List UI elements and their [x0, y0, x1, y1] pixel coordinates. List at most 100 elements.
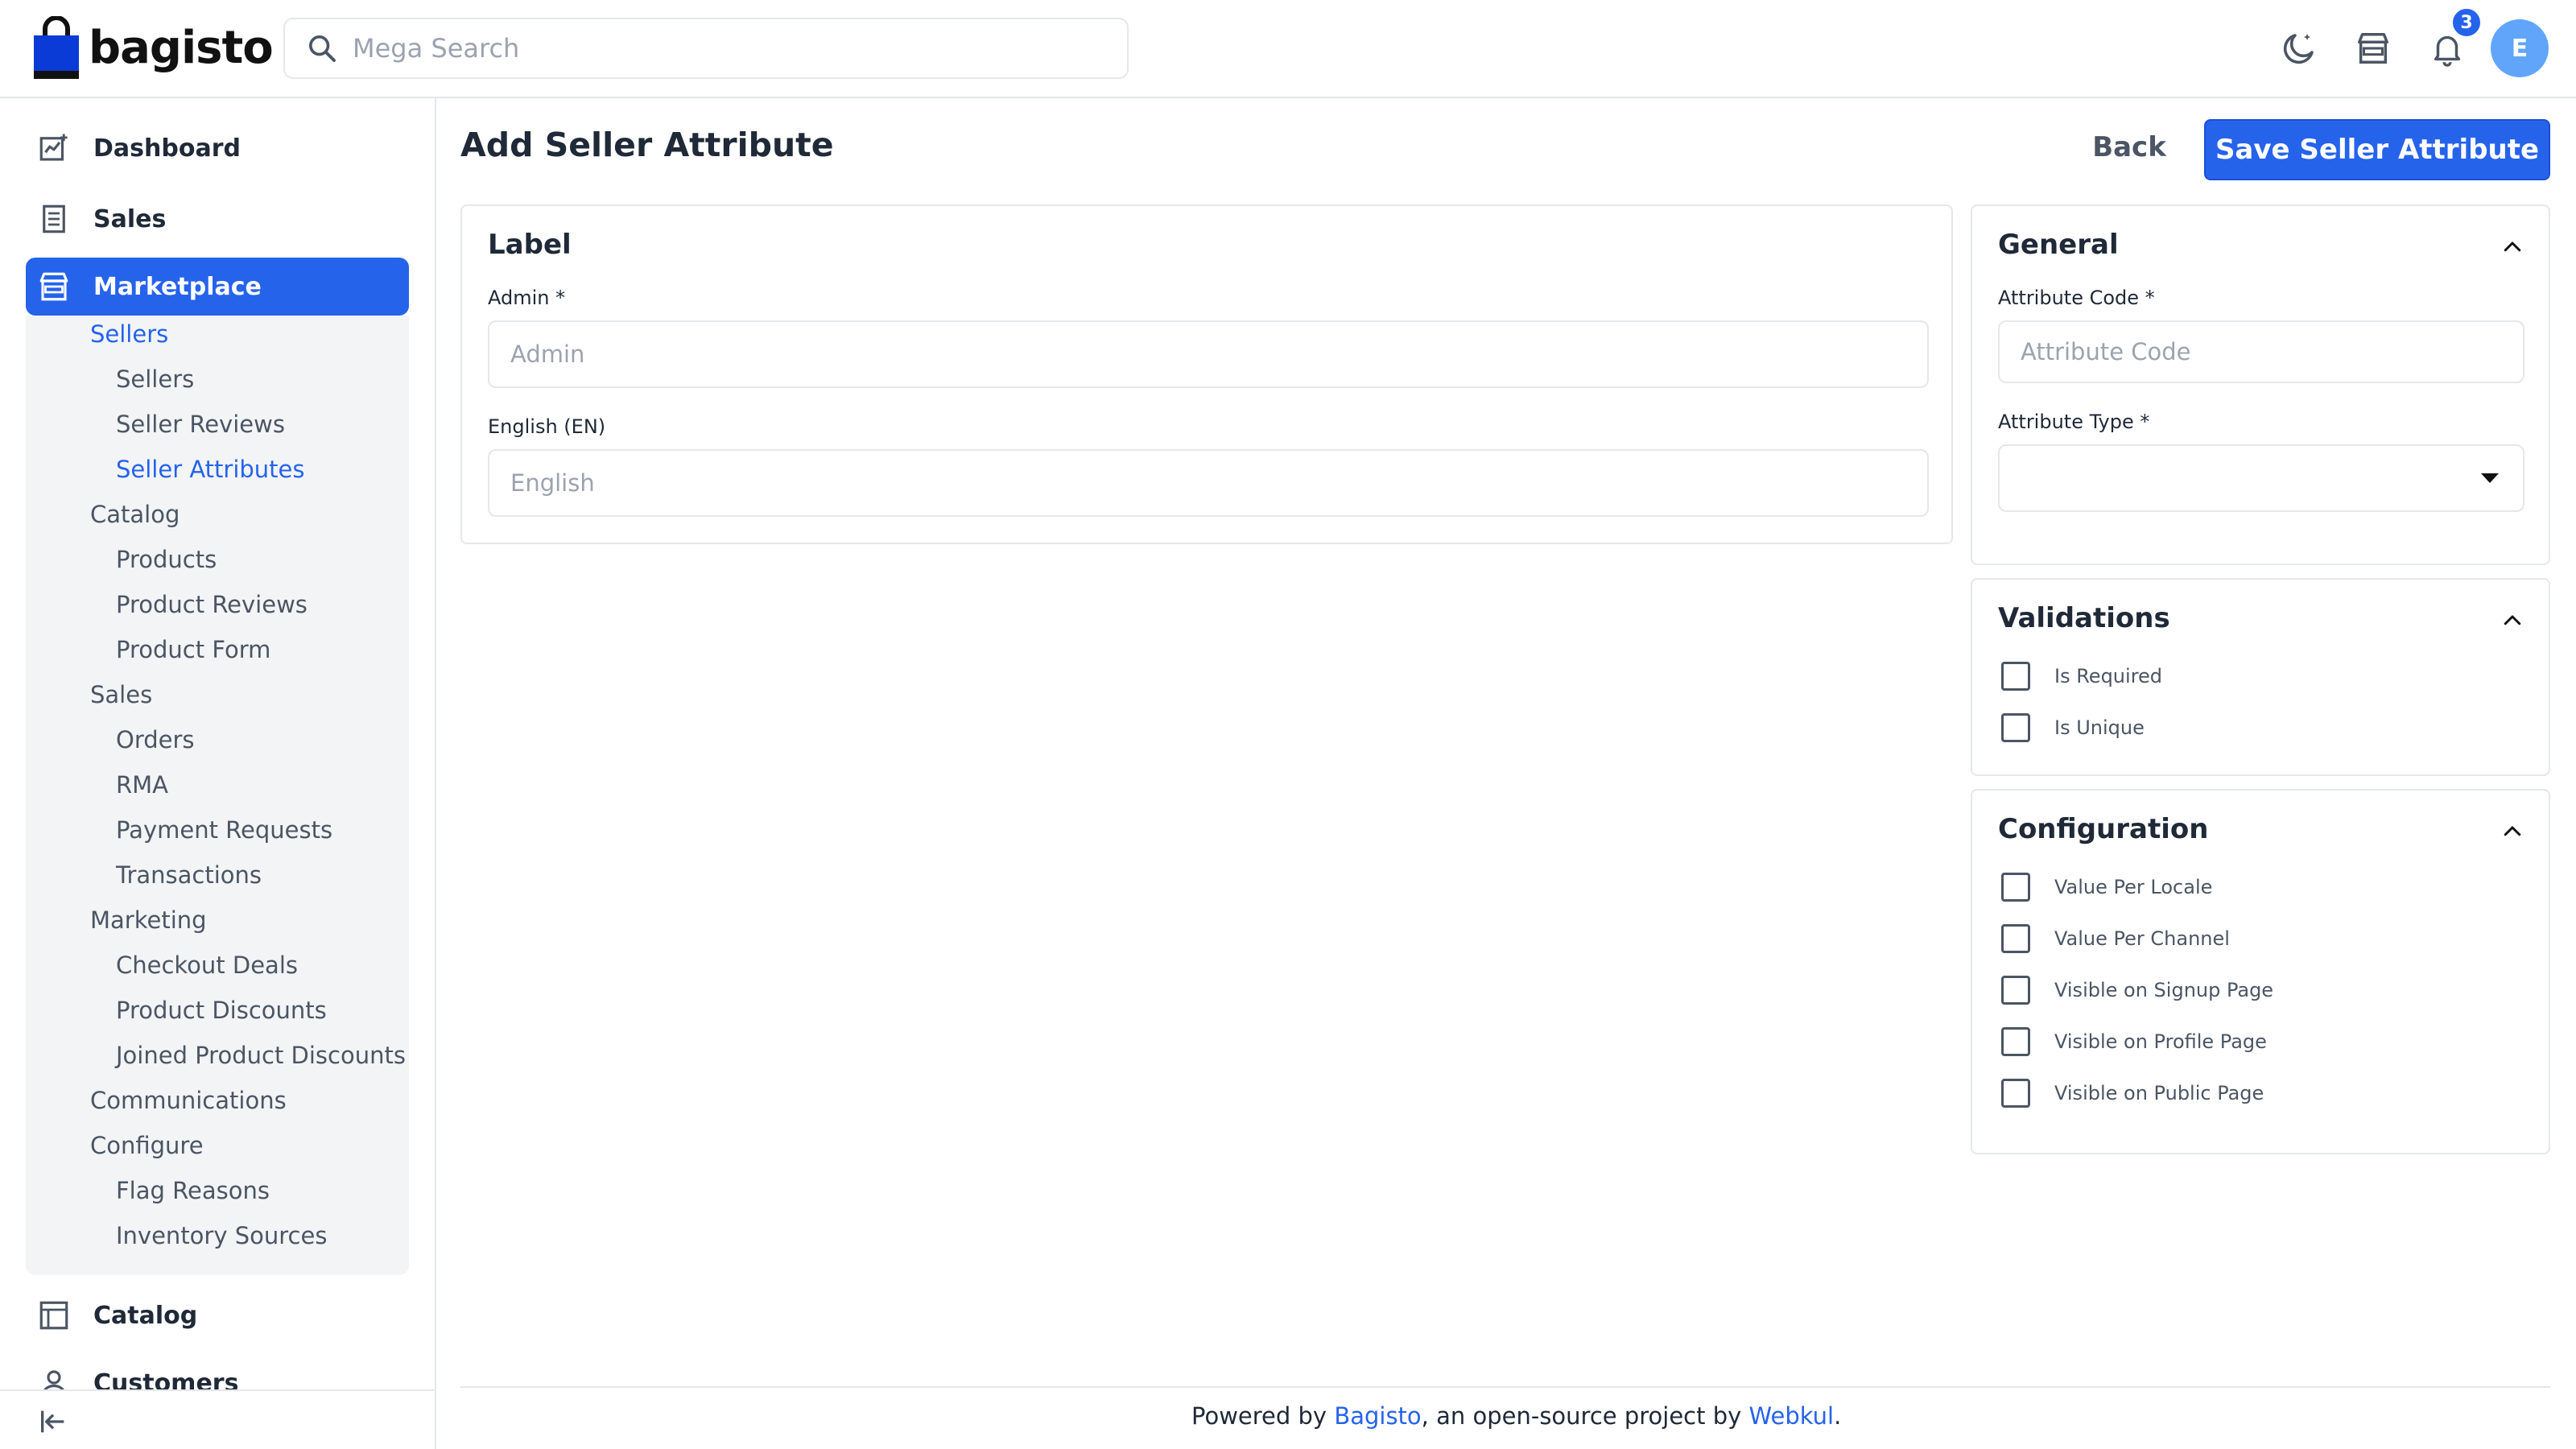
page-title: Add Seller Attribute	[460, 126, 834, 164]
notification-count-badge: 3	[2450, 6, 2483, 39]
visible-on-signup-checkbox[interactable]	[2001, 976, 2030, 1005]
chevron-up-icon[interactable]	[2500, 235, 2524, 259]
submenu-sellers[interactable]: Sellers	[90, 320, 168, 348]
moon-icon	[2283, 34, 2314, 64]
attribute-type-select[interactable]	[1998, 444, 2524, 512]
webkul-link[interactable]: Webkul	[1749, 1402, 1835, 1430]
value-per-channel-option[interactable]: Value Per Channel	[2001, 924, 2230, 953]
store-icon	[2358, 33, 2388, 64]
validations-card-title: Validations	[1998, 602, 2170, 634]
sidebar-item-dashboard[interactable]: Dashboard	[26, 119, 409, 177]
submenu-configure[interactable]: Configure	[90, 1132, 204, 1159]
logo[interactable]: bagisto	[34, 16, 274, 79]
logo-text: bagisto	[89, 21, 274, 74]
is-unique-option[interactable]: Is Unique	[2001, 713, 2145, 742]
checkbox-label: Value Per Channel	[2054, 927, 2230, 950]
sidebar: Dashboard Sales Marketplace Sellers Sell…	[0, 98, 436, 1449]
user-avatar[interactable]: E	[2491, 19, 2549, 77]
is-required-checkbox[interactable]	[2001, 662, 2030, 691]
label-card: Label Admin * English (EN)	[460, 204, 1953, 544]
submenu-item-product-form[interactable]: Product Form	[116, 636, 270, 663]
chevron-up-icon[interactable]	[2500, 609, 2524, 633]
top-header: bagisto 3 E	[0, 0, 2576, 98]
label-card-title: Label	[488, 229, 572, 261]
submenu-item-orders[interactable]: Orders	[116, 726, 195, 753]
chevron-up-icon[interactable]	[2500, 819, 2524, 844]
submenu-sales[interactable]: Sales	[90, 681, 152, 708]
value-per-locale-option[interactable]: Value Per Locale	[2001, 873, 2212, 902]
value-per-locale-checkbox[interactable]	[2001, 873, 2030, 902]
bagisto-link[interactable]: Bagisto	[1334, 1402, 1421, 1430]
footer-middle: , an open-source project by	[1421, 1402, 1749, 1430]
checkbox-label: Visible on Public Page	[2054, 1082, 2264, 1104]
dashboard-icon	[39, 134, 68, 161]
submenu-item-sellers[interactable]: Sellers	[116, 365, 194, 393]
mega-search[interactable]	[283, 18, 1129, 79]
footer: Powered by Bagisto, an open-source proje…	[1191, 1402, 1841, 1430]
sidebar-item-label: Dashboard	[93, 134, 241, 163]
submenu-item-transactions[interactable]: Transactions	[116, 861, 262, 889]
sidebar-item-label: Sales	[93, 204, 167, 233]
catalog-icon	[39, 1301, 68, 1330]
store-icon	[39, 272, 68, 301]
footer-divider	[460, 1386, 2550, 1388]
is-required-option[interactable]: Is Required	[2001, 662, 2162, 691]
sidebar-item-catalog[interactable]: Catalog	[26, 1286, 409, 1344]
visit-store-button[interactable]	[2349, 24, 2397, 72]
admin-label-input[interactable]	[488, 320, 1929, 388]
is-unique-checkbox[interactable]	[2001, 713, 2030, 742]
submenu-item-seller-attributes[interactable]: Seller Attributes	[116, 456, 305, 483]
attribute-type-label: Attribute Type *	[1998, 411, 2150, 433]
admin-field-label: Admin *	[488, 287, 566, 309]
sidebar-item-label: Catalog	[93, 1301, 198, 1330]
attribute-code-input[interactable]	[1998, 320, 2524, 383]
submenu-item-product-discounts[interactable]: Product Discounts	[116, 997, 327, 1024]
search-input[interactable]	[353, 33, 1077, 64]
submenu-item-inventory-sources[interactable]: Inventory Sources	[116, 1222, 327, 1249]
submenu-item-payment-requests[interactable]: Payment Requests	[116, 816, 332, 844]
submenu-item-flag-reasons[interactable]: Flag Reasons	[116, 1177, 270, 1204]
checkbox-label: Visible on Profile Page	[2054, 1030, 2267, 1053]
sidebar-item-sales[interactable]: Sales	[26, 190, 409, 248]
sidebar-item-marketplace[interactable]: Marketplace	[26, 258, 409, 316]
visible-on-profile-option[interactable]: Visible on Profile Page	[2001, 1027, 2267, 1056]
visible-on-profile-checkbox[interactable]	[2001, 1027, 2030, 1056]
receipt-icon	[43, 204, 65, 233]
english-label-input[interactable]	[488, 449, 1929, 517]
checkbox-label: Value Per Locale	[2054, 876, 2213, 898]
validations-card: Validations Is Required Is Unique	[1971, 578, 2550, 776]
visible-on-signup-option[interactable]: Visible on Signup Page	[2001, 976, 2273, 1005]
save-seller-attribute-button[interactable]: Save Seller Attribute	[2204, 119, 2550, 180]
caret-down-icon	[2481, 473, 2499, 483]
english-field-label: English (EN)	[488, 415, 606, 438]
visible-on-public-checkbox[interactable]	[2001, 1079, 2030, 1108]
footer-suffix: .	[1834, 1402, 1842, 1430]
submenu-catalog[interactable]: Catalog	[90, 501, 180, 528]
search-icon	[309, 35, 336, 62]
back-button[interactable]: Back	[2077, 122, 2182, 172]
general-card: General Attribute Code * Attribute Type …	[1971, 204, 2550, 565]
submenu-marketing[interactable]: Marketing	[90, 906, 207, 934]
submenu-item-joined-product-discounts[interactable]: Joined Product Discounts	[116, 1042, 406, 1069]
checkbox-label: Visible on Signup Page	[2054, 979, 2274, 1001]
submenu-communications[interactable]: Communications	[90, 1087, 287, 1114]
footer-prefix: Powered by	[1191, 1402, 1335, 1430]
sidebar-item-label: Marketplace	[93, 272, 262, 301]
collapse-sidebar-icon[interactable]	[37, 1406, 69, 1438]
configuration-card-title: Configuration	[1998, 813, 2209, 845]
submenu-item-checkout-deals[interactable]: Checkout Deals	[116, 952, 298, 979]
submenu-item-product-reviews[interactable]: Product Reviews	[116, 591, 308, 618]
checkbox-label: Is Unique	[2054, 716, 2145, 739]
submenu-item-seller-reviews[interactable]: Seller Reviews	[116, 411, 285, 438]
configuration-card: Configuration Value Per Locale Value Per…	[1971, 789, 2550, 1154]
attribute-code-label: Attribute Code *	[1998, 287, 2155, 309]
submenu-item-products[interactable]: Products	[116, 546, 217, 573]
dark-mode-toggle[interactable]	[2275, 24, 2323, 72]
checkbox-label: Is Required	[2054, 665, 2163, 687]
general-card-title: General	[1998, 229, 2119, 261]
visible-on-public-option[interactable]: Visible on Public Page	[2001, 1079, 2264, 1108]
submenu-item-rma[interactable]: RMA	[116, 771, 168, 799]
shopping-bag-logo-icon	[34, 16, 79, 79]
value-per-channel-checkbox[interactable]	[2001, 924, 2030, 953]
sidebar-collapse-bar	[0, 1389, 435, 1449]
